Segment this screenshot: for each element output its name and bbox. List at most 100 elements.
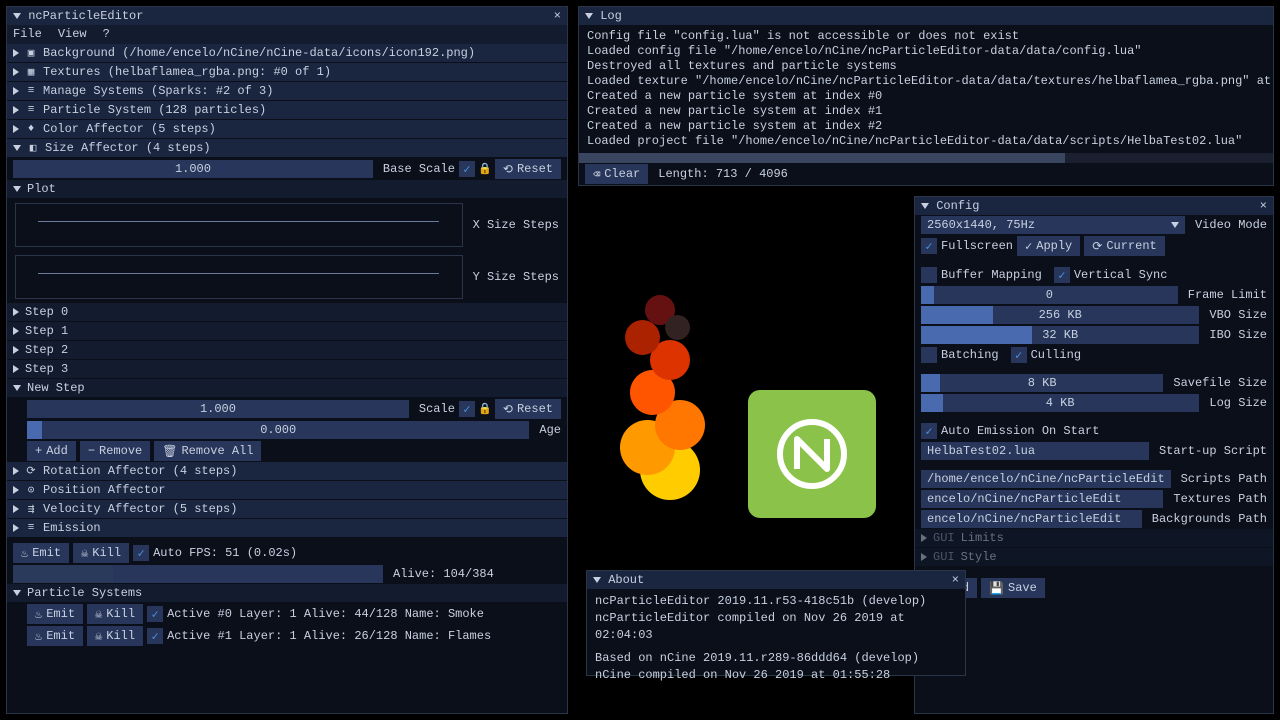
menu-help[interactable]: ? [103,27,110,42]
alive-progress [13,565,383,583]
section-rotation-affector[interactable]: ⟳Rotation Affector (4 steps) [7,462,567,481]
log-scrollbar[interactable] [579,153,1273,163]
scripts-path-input[interactable] [921,470,1171,488]
system-emit-button[interactable]: ♨Emit [27,626,83,646]
section-particle-system[interactable]: ≡Particle System (128 particles) [7,101,567,120]
remove-button[interactable]: −Remove [80,441,150,461]
menu-file[interactable]: File [13,27,42,42]
section-textures[interactable]: ▦Textures (helbaflamea_rgba.png: #0 of 1… [7,63,567,82]
particle-systems-header[interactable]: Particle Systems [7,584,567,603]
save-button[interactable]: 💾Save [981,578,1045,598]
textures-path-input[interactable] [921,490,1163,508]
startup-script-input[interactable] [921,442,1149,460]
step-2[interactable]: Step 2 [7,341,567,360]
log-length-label: Length: 713 / 4096 [658,167,788,181]
y-size-plot [15,255,463,299]
gui-style-row[interactable]: GUI Style [915,548,1273,567]
current-button[interactable]: ⟳Current [1084,236,1164,256]
section-color-affector[interactable]: ♦Color Affector (5 steps) [7,120,567,139]
auto-fps-checkbox[interactable] [133,545,149,561]
trash-icon: 🗑 [162,444,177,459]
about-titlebar[interactable]: About × [587,571,965,589]
system-kill-button[interactable]: ☠Kill [87,626,143,646]
system-active-checkbox[interactable] [147,606,163,622]
skull-icon: ☠ [95,629,102,644]
kill-button[interactable]: ☠Kill [73,543,129,563]
editor-title: ncParticleEditor [28,9,143,23]
backspace-icon: ⌫ [593,167,600,182]
image-icon: ▣ [25,47,37,59]
collapse-icon [13,13,21,19]
check-icon: ✓ [1025,239,1032,254]
system-kill-button[interactable]: ☠Kill [87,604,143,624]
section-background[interactable]: ▣Background (/home/encelo/nCine/nCine-da… [7,44,567,63]
auto-emission-checkbox[interactable] [921,423,937,439]
about-line: ncParticleEditor 2019.11.r53-418c51b (de… [595,593,957,610]
log-titlebar[interactable]: Log [579,7,1273,25]
drop-icon: ♦ [25,123,37,135]
culling-checkbox[interactable] [1011,347,1027,363]
scale-lock-checkbox[interactable] [459,401,475,417]
scale-reset-button[interactable]: ⟲Reset [495,399,561,419]
close-icon[interactable]: × [1260,199,1267,213]
batching-checkbox[interactable] [921,347,937,363]
about-panel: About × ncParticleEditor 2019.11.r53-418… [586,570,966,676]
image-icon: ▦ [25,66,37,78]
lock-icon: 🔒 [479,403,491,415]
remove-all-button[interactable]: 🗑Remove All [154,441,261,461]
step-1[interactable]: Step 1 [7,322,567,341]
step-3[interactable]: Step 3 [7,360,567,379]
skull-icon: ☠ [95,607,102,622]
section-velocity-affector[interactable]: ⇶Velocity Affector (5 steps) [7,500,567,519]
vbo-size-slider[interactable]: 256 KB [921,306,1199,324]
base-scale-label: Base Scale [383,162,455,176]
section-emission[interactable]: ≡Emission [7,519,567,538]
ibo-size-slider[interactable]: 32 KB [921,326,1199,344]
buffer-mapping-checkbox[interactable] [921,267,937,283]
system-info: Active #1 Layer: 1 Alive: 26/128 Name: F… [167,629,491,643]
minus-icon: − [88,444,95,458]
close-icon[interactable]: × [952,573,959,587]
menubar: File View ? [7,25,567,44]
close-icon[interactable]: × [554,9,561,23]
system-info: Active #0 Layer: 1 Alive: 44/128 Name: S… [167,607,484,621]
ncine-logo [748,390,876,518]
undo-icon: ⟲ [503,162,513,177]
x-steps-label: X Size Steps [473,218,559,232]
add-button[interactable]: +Add [27,441,76,461]
list-icon: ≡ [25,522,37,534]
editor-titlebar[interactable]: ncParticleEditor × [7,7,567,25]
gui-limits-row[interactable]: GUI Limits [915,529,1273,548]
video-mode-dropdown[interactable]: 2560x1440, 75Hz [921,216,1185,234]
fullscreen-checkbox[interactable] [921,238,937,254]
savefile-slider[interactable]: 8 KB [921,374,1163,392]
log-panel: Log Config file "config.lua" is not acce… [578,6,1274,186]
config-titlebar[interactable]: Config × [915,197,1273,215]
fire-icon: ♨ [35,607,42,622]
system-active-checkbox[interactable] [147,628,163,644]
system-emit-button[interactable]: ♨Emit [27,604,83,624]
section-manage-systems[interactable]: ≡Manage Systems (Sparks: #2 of 3) [7,82,567,101]
base-scale-reset-button[interactable]: ⟲Reset [495,159,561,179]
pin-icon: ⊙ [25,484,37,496]
log-size-slider[interactable]: 4 KB [921,394,1199,412]
refresh-icon: ⟳ [1092,239,1102,254]
plot-header[interactable]: Plot [7,180,567,199]
base-scale-input[interactable] [13,160,373,178]
base-scale-lock-checkbox[interactable] [459,161,475,177]
emit-button[interactable]: ♨Emit [13,543,69,563]
new-step-scale-input[interactable] [27,400,409,418]
age-slider[interactable]: 0.000 [27,421,529,439]
backgrounds-path-input[interactable] [921,510,1142,528]
section-size-affector[interactable]: ◧Size Affector (4 steps) [7,139,567,158]
menu-view[interactable]: View [58,27,87,42]
step-0[interactable]: Step 0 [7,303,567,322]
section-position-affector[interactable]: ⊙Position Affector [7,481,567,500]
particle-preview [600,280,750,530]
apply-button[interactable]: ✓Apply [1017,236,1080,256]
vsync-checkbox[interactable] [1054,267,1070,283]
log-text: Config file "config.lua" is not accessib… [579,25,1273,153]
new-step-header[interactable]: New Step [7,379,567,398]
frame-limit-slider[interactable]: 0 [921,286,1178,304]
clear-log-button[interactable]: ⌫Clear [585,164,648,184]
